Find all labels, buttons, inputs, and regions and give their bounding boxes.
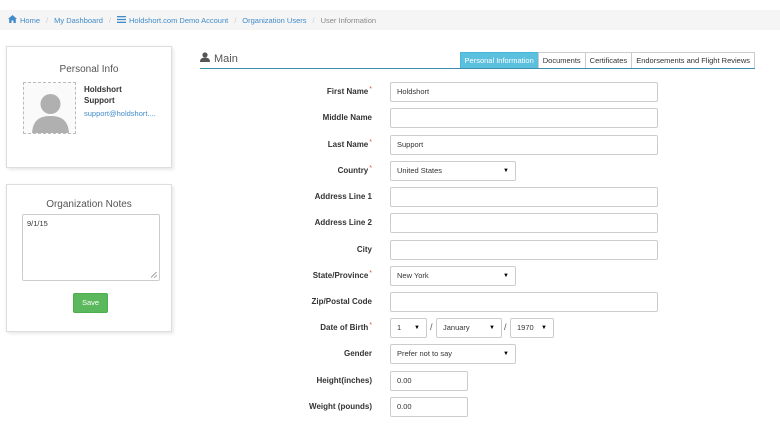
main-title-label: Main (214, 52, 238, 65)
breadcrumb-dashboard[interactable]: My Dashboard (54, 16, 103, 25)
address-line-1-label: Address Line 1 (314, 192, 372, 201)
last-name-label: Last Name* (327, 139, 372, 149)
address-line-1-row: Address Line 1 (0, 187, 780, 207)
middle-name-label: Middle Name (322, 113, 372, 122)
date-of-birth-row: Date of Birth* 1 ▼ / January ▼ / 1970 ▼ (0, 318, 780, 338)
tab-endorsements-flight-reviews[interactable]: Endorsements and Flight Reviews (631, 52, 755, 68)
country-select-value: United States (397, 166, 443, 175)
state-select-value: New York (397, 271, 429, 280)
middle-name-row: Middle Name (0, 108, 780, 128)
last-name-label-text: Last Name (327, 140, 369, 149)
address-line-2-input[interactable] (390, 213, 658, 233)
home-icon (8, 15, 17, 25)
country-select[interactable]: United States ▼ (390, 161, 516, 181)
date-of-birth-label-text: Date of Birth (320, 323, 369, 332)
caret-down-icon: ▼ (541, 325, 547, 331)
tab-personal-information[interactable]: Personal Information (459, 52, 539, 68)
breadcrumb-home[interactable]: Home (8, 15, 40, 25)
caret-down-icon: ▼ (503, 273, 509, 279)
required-marker: * (369, 86, 372, 93)
country-label: Country* (337, 165, 372, 175)
first-name-label: First Name* (326, 86, 372, 96)
city-row: City (0, 240, 780, 260)
dob-year-select[interactable]: 1970 ▼ (510, 318, 554, 338)
required-marker: * (369, 139, 372, 146)
gender-row: Gender Prefer not to say ▼ (0, 344, 780, 364)
date-separator: / (430, 322, 433, 332)
breadcrumb-separator: / (312, 15, 315, 25)
caret-down-icon: ▼ (489, 325, 495, 331)
user-icon (200, 52, 210, 65)
address-line-2-row: Address Line 2 (0, 213, 780, 233)
breadcrumb-separator: / (234, 15, 237, 25)
breadcrumb-current: User Information (320, 15, 377, 25)
required-marker: * (369, 270, 372, 277)
breadcrumb-home-label: Home (20, 15, 41, 25)
tab-bar: Personal Information Documents Certifica… (459, 52, 755, 68)
weight-label: Weight (pounds) (309, 402, 372, 411)
city-label: City (356, 245, 372, 254)
height-label: Height(inches) (316, 376, 372, 385)
main-section-header: Main Personal Information Documents Cert… (200, 52, 755, 69)
state-label-text: State/Province (312, 271, 369, 280)
breadcrumb-separator: / (108, 15, 111, 25)
weight-input[interactable]: 0.00 (390, 397, 468, 417)
state-label: State/Province* (312, 270, 372, 280)
dob-day-select[interactable]: 1 ▼ (390, 318, 427, 338)
last-name-input[interactable]: Support (390, 135, 658, 155)
first-name-label-text: First Name (326, 87, 369, 96)
address-line-2-label: Address Line 2 (314, 218, 372, 227)
main-title: Main (200, 52, 238, 65)
middle-name-input[interactable] (390, 108, 658, 128)
last-name-row: Last Name* Support (0, 135, 780, 155)
caret-down-icon: ▼ (503, 351, 509, 357)
height-row: Height(inches) 0.00 (0, 371, 780, 391)
dob-month-select[interactable]: January ▼ (436, 318, 502, 338)
breadcrumb-separator: / (46, 15, 49, 25)
breadcrumb-account-label: Holdshort.com Demo Account (128, 15, 229, 25)
dob-year-value: 1970 (517, 323, 534, 332)
required-marker: * (369, 322, 372, 329)
height-input[interactable]: 0.00 (390, 371, 468, 391)
gender-select-value: Prefer not to say (397, 349, 453, 358)
state-row: State/Province* New York ▼ (0, 266, 780, 286)
tab-certificates[interactable]: Certificates (584, 52, 633, 68)
breadcrumb-account[interactable]: Holdshort.com Demo Account (116, 15, 229, 25)
zip-label: Zip/Postal Code (311, 297, 372, 306)
date-of-birth-label: Date of Birth* (320, 322, 372, 332)
country-label-text: Country (337, 166, 369, 175)
dob-day-value: 1 (397, 323, 402, 332)
gender-select[interactable]: Prefer not to say ▼ (390, 344, 516, 364)
tab-documents[interactable]: Documents (537, 52, 586, 68)
gender-label: Gender (343, 349, 372, 358)
city-input[interactable] (390, 240, 658, 260)
breadcrumb: Home / My Dashboard / Holdshort.com Demo… (0, 10, 780, 30)
breadcrumb-org-users[interactable]: Organization Users (242, 16, 306, 25)
country-row: Country* United States ▼ (0, 161, 780, 181)
required-marker: * (369, 165, 372, 172)
list-icon (116, 15, 126, 25)
state-select[interactable]: New York ▼ (390, 266, 516, 286)
caret-down-icon: ▼ (414, 325, 420, 331)
weight-row: Weight (pounds) 0.00 (0, 397, 780, 417)
first-name-row: First Name* Holdshort (0, 82, 780, 102)
personal-info-title: Personal Info (59, 64, 119, 75)
date-separator: / (504, 322, 507, 332)
dob-month-value: January (443, 323, 470, 332)
first-name-input[interactable]: Holdshort (390, 82, 658, 102)
caret-down-icon: ▼ (503, 168, 509, 174)
zip-input[interactable] (390, 292, 658, 312)
zip-row: Zip/Postal Code (0, 292, 780, 312)
address-line-1-input[interactable] (390, 187, 658, 207)
